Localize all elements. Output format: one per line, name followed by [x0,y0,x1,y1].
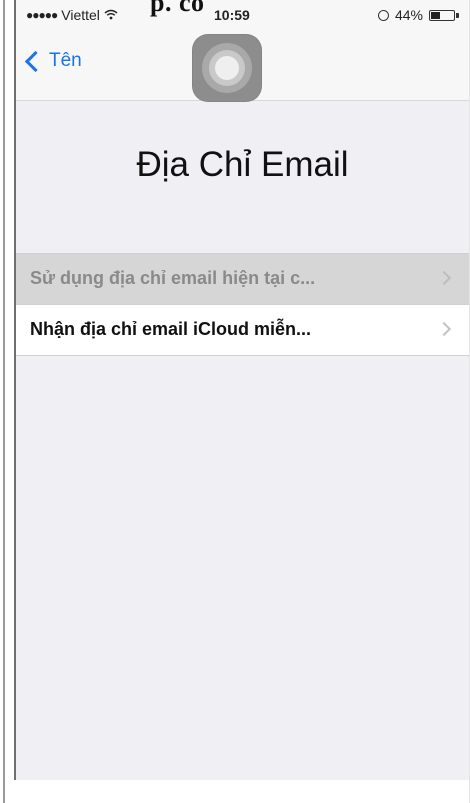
assistive-touch-button[interactable] [192,34,262,102]
frame-border-left [3,0,5,803]
signal-strength-icon: ●●●●● [26,8,58,22]
option-get-icloud-email[interactable]: Nhận địa chỉ email iCloud miễn... [16,305,469,356]
carrier-name: Viettel [61,7,100,23]
wifi-icon [104,8,118,23]
status-right-group: 44% [377,7,459,23]
battery-fill [431,11,440,19]
carrier-info: ●●●●● Viettel [26,7,118,23]
back-button[interactable]: Tên [24,50,82,72]
battery-tip [456,12,459,18]
option-label: Nhận địa chỉ email iCloud miễn... [30,319,312,339]
rotation-lock-icon [377,9,389,21]
email-option-list: Sử dụng địa chỉ email hiện tại c... Nhận… [16,253,469,356]
battery-percent: 44% [394,7,423,23]
phone-screenshot: ●●●●● Viettel 10:59 44% Tên Địa Chỉ Emai… [16,0,469,780]
status-time: 10:59 [214,7,250,23]
chevron-left-icon [24,50,47,72]
navigation-bar: Tên [16,28,469,102]
chevron-right-icon [436,321,452,337]
status-bar: ●●●●● Viettel 10:59 44% [16,0,469,28]
option-use-current-email[interactable]: Sử dụng địa chỉ email hiện tại c... [16,254,469,305]
document-page: ●●●●● Viettel 10:59 44% Tên Địa Chỉ Emai… [0,0,470,803]
overlay-heading: p. co [150,0,205,17]
option-label: Sử dụng địa chỉ email hiện tại c... [30,268,316,288]
page-title: Địa Chỉ Email [136,145,349,184]
chevron-right-icon [436,270,452,286]
battery-icon [429,9,459,21]
back-button-label: Tên [49,50,82,71]
